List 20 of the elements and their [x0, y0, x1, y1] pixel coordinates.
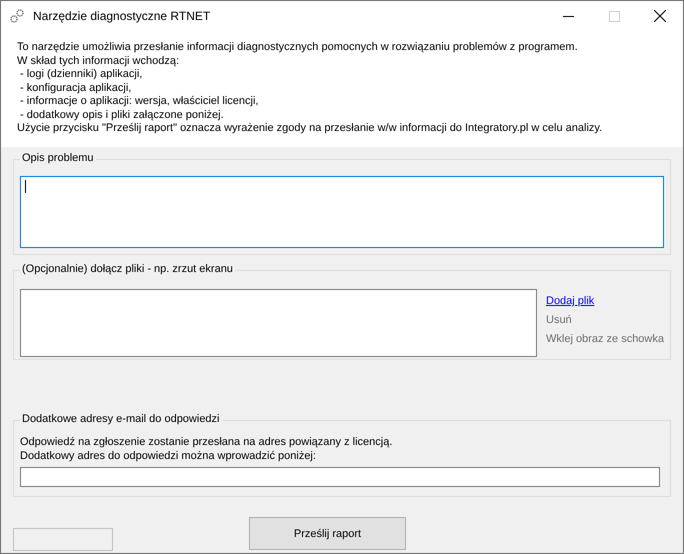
- close-icon[interactable]: [654, 10, 666, 22]
- intro-text: - informacje o aplikacji: wersja, właściciel licencji,: [19, 95, 260, 108]
- intro-text: Użycie przycisku "Prześlij raport" oznacza wyrażenie zgody na przesłanie w/w informacji do Integratory.pl w celu analizy.: [17, 122, 604, 136]
- intro-text: To narzędzie umożliwia przesłanie informacji diagnostycznych pomocnych w rozwiązaniu problemów z programem.: [17, 41, 579, 54]
- info-text: Dodatkowy adres do odpowiedzi można wprowadzić poniżej:: [20, 450, 317, 463]
- action-link[interactable]: Dodaj plik: [546, 295, 664, 307]
- intro-text: - dodatkowy opis i pliki załączone poniżej.: [19, 108, 225, 122]
- description-field[interactable]: [20, 176, 664, 248]
- group-title: (Opcjonalnie) dołącz pliki - np. zrzut ekranu: [20, 263, 235, 275]
- send-button[interactable]: Prześlij raport: [249, 517, 406, 550]
- window-title: Narzędzie diagnostyczne RTNET: [33, 9, 212, 23]
- file-list[interactable]: [20, 289, 537, 357]
- intro-text: - konfiguracja aplikacji,: [19, 82, 132, 95]
- email-field[interactable]: [20, 467, 660, 487]
- info-text: Odpowiedź na zgłoszenie zostanie przesłana na adres powiązany z licencją.: [20, 436, 394, 450]
- intro-text: - logi (dzienniki) aplikacji,: [19, 68, 144, 82]
- intro-text: W skład tych informacji wchodzą:: [17, 54, 180, 68]
- group-title: Dodatkowe adresy e-mail do odpowiedzi: [20, 413, 222, 425]
- group-title: Opis problemu: [20, 152, 96, 164]
- gears-icon: [9, 8, 25, 24]
